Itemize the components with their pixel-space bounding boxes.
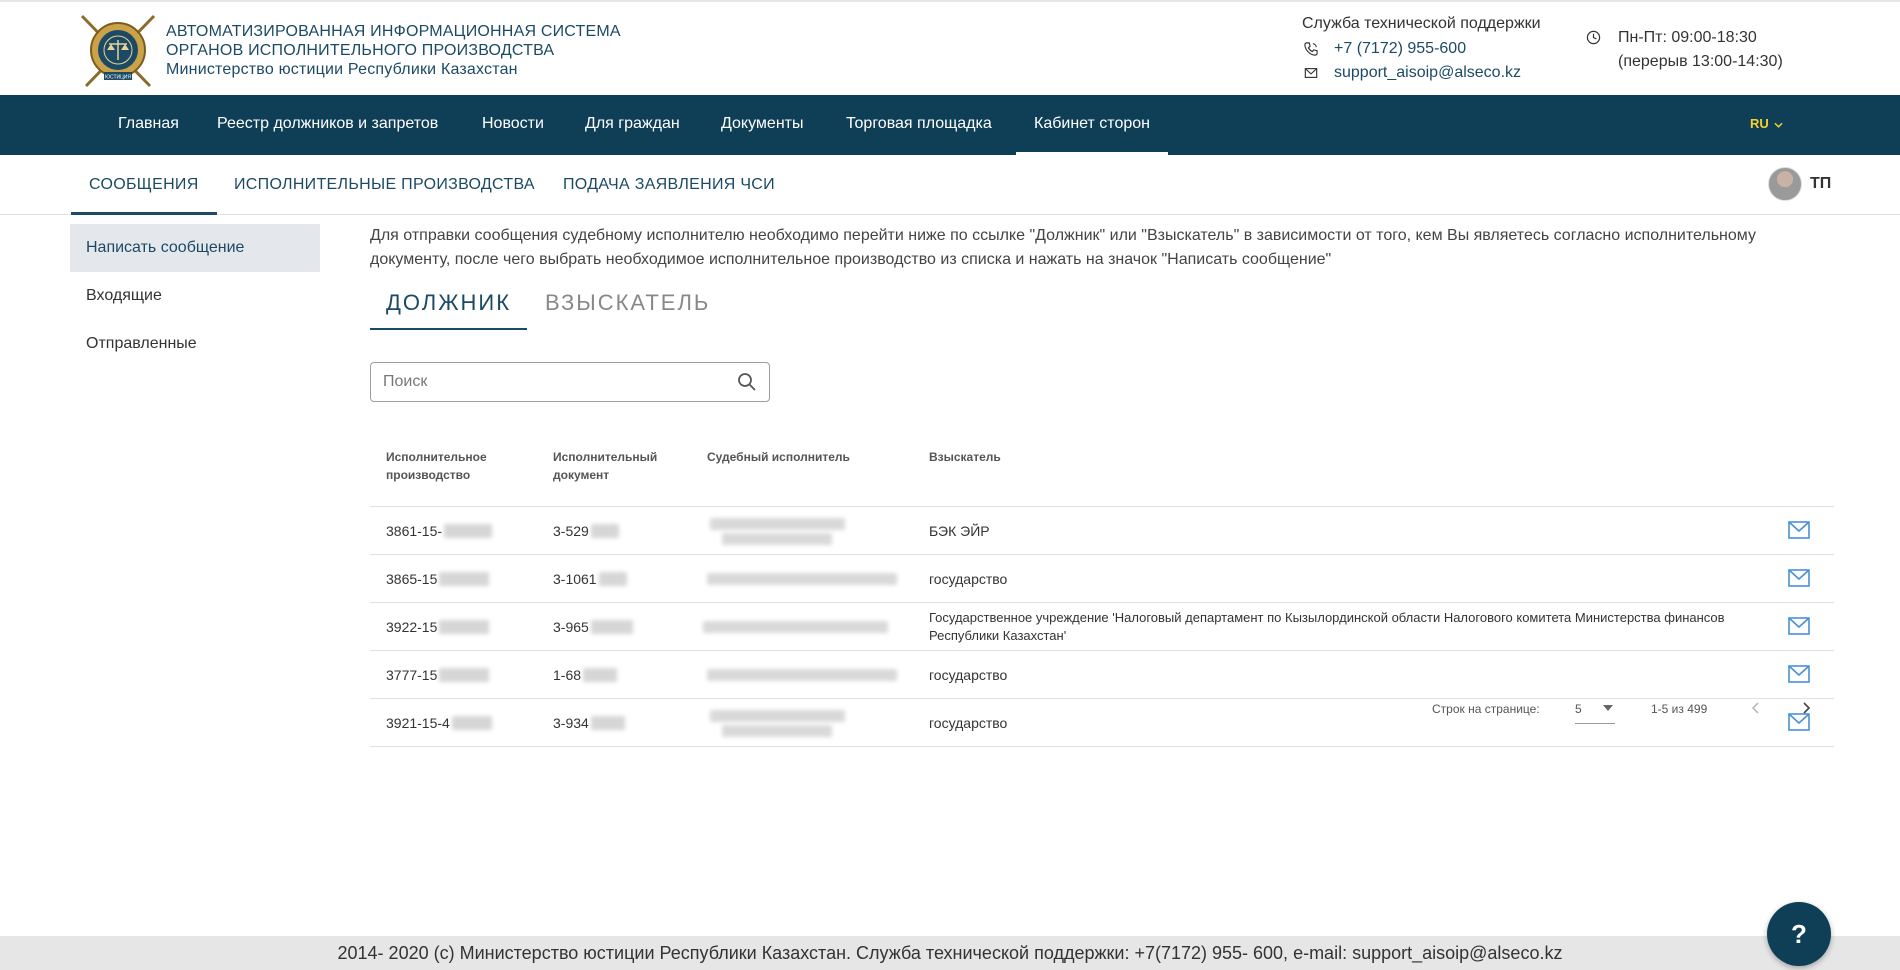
working-hours: Пн-Пт: 09:00-18:30 (перерыв 13:00-14:30) xyxy=(1586,26,1783,74)
write-message-icon[interactable] xyxy=(1788,569,1810,587)
rows-per-page-value: 5 xyxy=(1575,702,1582,716)
redacted-value xyxy=(598,572,627,586)
write-message-icon[interactable] xyxy=(1788,617,1810,635)
claimant-name: Государственное учреждение 'Налоговый де… xyxy=(929,610,1725,643)
user-initials: ТП xyxy=(1810,175,1832,192)
support-info: Служба технической поддержки +7 (7172) 9… xyxy=(1302,15,1541,85)
dropdown-arrow-icon xyxy=(1603,705,1613,711)
document-number: 1-68 xyxy=(553,667,582,683)
redacted-value xyxy=(590,620,633,634)
pagination: Строк на странице: 5 1-5 из 499 xyxy=(370,690,1834,730)
proceeding-number: 3922-15 xyxy=(386,619,438,635)
table-row[interactable]: 3865-15 3-1061 государство xyxy=(370,555,1834,603)
column-header-proceeding[interactable]: Исполнительное производство xyxy=(386,448,487,484)
page-range: 1-5 из 499 xyxy=(1651,702,1708,716)
email-icon xyxy=(1304,68,1318,78)
hours-line-1: Пн-Пт: 09:00-18:30 xyxy=(1618,29,1757,46)
chevron-down-icon xyxy=(1774,122,1784,128)
table-row[interactable]: 3922-15 3-965 Государственное учреждение… xyxy=(370,603,1834,651)
support-phone[interactable]: +7 (7172) 955-600 xyxy=(1334,40,1466,58)
nav-item-documents[interactable]: Документы xyxy=(721,95,803,155)
table-header: Исполнительное производство Исполнительны… xyxy=(370,434,1834,507)
nav-item-marketplace[interactable]: Торговая площадка xyxy=(846,95,992,155)
nav-item-registry[interactable]: Реестр должников и запретов xyxy=(217,95,438,155)
column-header-claimant[interactable]: Взыскатель xyxy=(929,448,1001,466)
hours-line-2: (перерыв 13:00-14:30) xyxy=(1618,53,1783,70)
redacted-value xyxy=(444,524,493,538)
search-icon[interactable] xyxy=(737,372,757,392)
document-number: 3-529 xyxy=(553,523,589,539)
redacted-value xyxy=(439,668,490,682)
avatar[interactable] xyxy=(1768,167,1802,201)
chevron-left-icon[interactable] xyxy=(1748,700,1764,716)
claimant-name: БЭК ЭЙР xyxy=(929,523,990,539)
bailiff-name-redacted xyxy=(707,507,847,555)
proceeding-number: 3777-15 xyxy=(386,667,438,683)
tab-proceedings[interactable]: ИСПОЛНИТЕЛЬНЫЕ ПРОИЗВОДСТВА xyxy=(234,155,535,215)
claimant-name: государство xyxy=(929,667,1008,683)
svg-text:ЮСТИЦИЯ: ЮСТИЦИЯ xyxy=(105,75,131,81)
support-title: Служба технической поддержки xyxy=(1302,15,1541,32)
nav-item-citizens[interactable]: Для граждан xyxy=(585,95,680,155)
redacted-value xyxy=(590,524,619,538)
bailiff-name-redacted xyxy=(707,555,907,603)
footer-text: 2014- 2020 (с) Министерство юстиции Респ… xyxy=(337,943,1563,963)
clock-icon xyxy=(1586,30,1601,45)
instruction-text: Для отправки сообщения судебному исполни… xyxy=(370,227,1756,268)
sidebar: Написать сообщение Входящие Отправленные xyxy=(70,224,320,368)
column-header-bailiff[interactable]: Судебный исполнитель xyxy=(707,448,850,466)
proceeding-number: 3861-15- xyxy=(386,523,443,539)
redacted-value xyxy=(439,572,490,586)
redacted-value xyxy=(439,620,490,634)
language-label: RU xyxy=(1750,116,1769,131)
column-header-document[interactable]: Исполнительный документ xyxy=(553,448,657,484)
brand-line-1: АВТОМАТИЗИРОВАННАЯ ИНФОРМАЦИОННАЯ СИСТЕМ… xyxy=(166,23,621,40)
brand-line-3: Министерство юстиции Республики Казахста… xyxy=(166,61,518,78)
language-selector[interactable]: RU xyxy=(1750,95,1784,155)
role-tabs: ДОЛЖНИК ВЗЫСКАТЕЛЬ xyxy=(370,290,1834,330)
table-row[interactable]: 3861-15- 3-529 БЭК ЭЙР xyxy=(370,507,1834,555)
sidebar-item-compose[interactable]: Написать сообщение xyxy=(70,224,320,272)
main-nav: Главная Реестр должников и запретов Ново… xyxy=(0,95,1900,155)
write-message-icon[interactable] xyxy=(1788,665,1810,683)
claimant-name: государство xyxy=(929,571,1008,587)
support-email[interactable]: support_aisoip@alseco.kz xyxy=(1334,64,1521,82)
proceeding-number: 3865-15 xyxy=(386,571,438,587)
sidebar-item-sent[interactable]: Отправленные xyxy=(70,320,320,368)
sidebar-item-inbox[interactable]: Входящие xyxy=(70,272,320,320)
redacted-value xyxy=(583,668,618,682)
document-number: 3-965 xyxy=(553,619,589,635)
nav-item-parties-cabinet[interactable]: Кабинет сторон xyxy=(1016,95,1168,155)
rows-per-page-select[interactable]: 5 xyxy=(1575,694,1615,724)
tab-claimant[interactable]: ВЗЫСКАТЕЛЬ xyxy=(545,290,710,330)
write-message-icon[interactable] xyxy=(1788,521,1810,539)
nav-item-home[interactable]: Главная xyxy=(118,95,179,155)
tab-messages[interactable]: СООБЩЕНИЯ xyxy=(71,155,217,215)
tab-submit-application[interactable]: ПОДАЧА ЗАЯВЛЕНИЯ ЧСИ xyxy=(563,155,775,215)
main-content: Для отправки сообщения судебному исполни… xyxy=(370,224,1834,747)
document-number: 3-1061 xyxy=(553,571,597,587)
help-button[interactable]: ? xyxy=(1767,902,1831,966)
bailiff-name-redacted xyxy=(703,603,903,651)
search-field[interactable] xyxy=(370,362,770,402)
nav-item-news[interactable]: Новости xyxy=(482,95,544,155)
chevron-right-icon[interactable] xyxy=(1798,700,1814,716)
search-input[interactable] xyxy=(383,363,723,401)
footer: 2014- 2020 (с) Министерство юстиции Респ… xyxy=(0,936,1900,970)
user-menu[interactable]: ТП xyxy=(1768,167,1831,201)
sub-tabs: СООБЩЕНИЯ ИСПОЛНИТЕЛЬНЫЕ ПРОИЗВОДСТВА ПО… xyxy=(0,155,1900,215)
brand-title[interactable]: АВТОМАТИЗИРОВАННАЯ ИНФОРМАЦИОННАЯ СИСТЕМ… xyxy=(166,22,621,79)
phone-icon xyxy=(1304,42,1318,56)
rows-per-page-label: Строк на странице: xyxy=(1432,702,1540,716)
brand-line-2: ОРГАНОВ ИСПОЛНИТЕЛЬНОГО ПРОИЗВОДСТВА xyxy=(166,42,555,59)
top-header: ЮСТИЦИЯ АВТОМАТИЗИРОВАННАЯ ИНФОРМАЦИОННА… xyxy=(0,0,1900,95)
tab-debtor[interactable]: ДОЛЖНИК xyxy=(370,290,528,330)
emblem-logo[interactable]: ЮСТИЦИЯ xyxy=(78,10,158,88)
